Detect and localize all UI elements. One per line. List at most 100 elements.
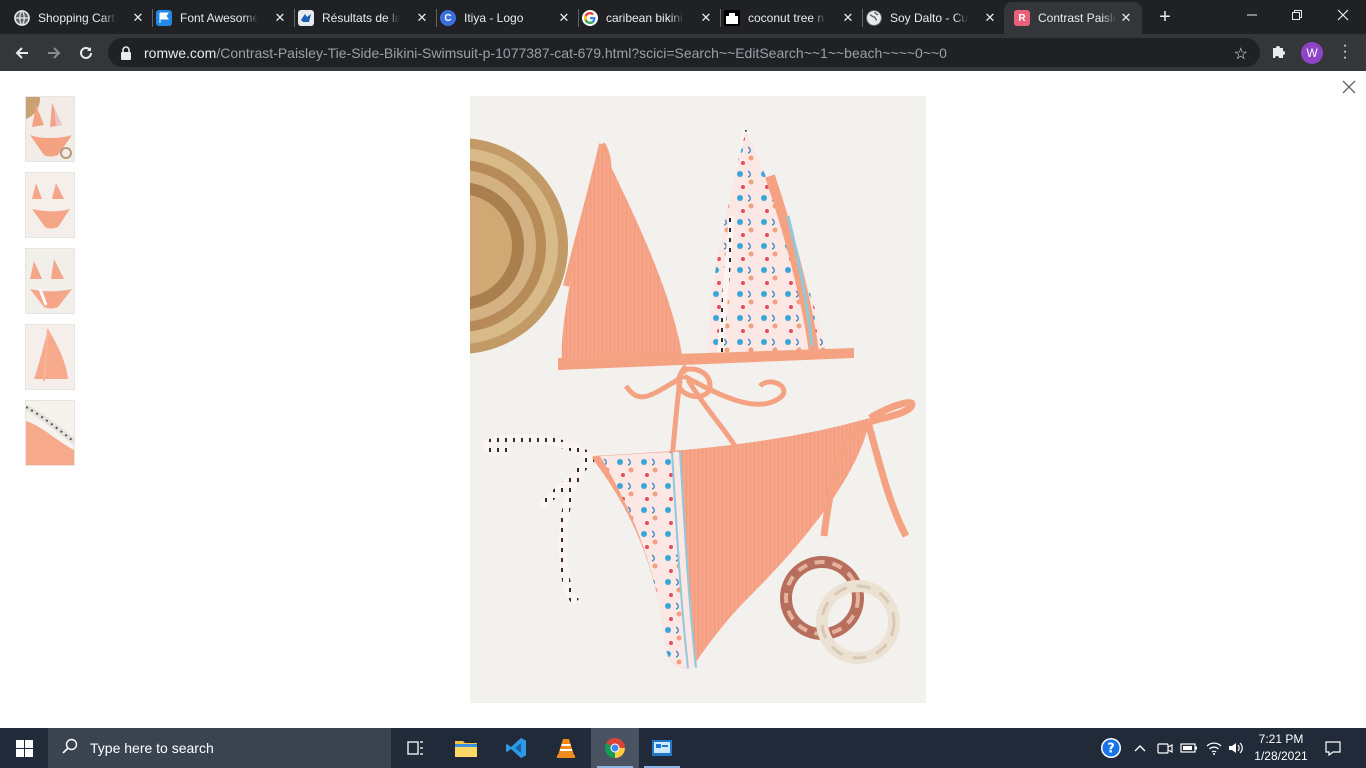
tab-divider [578, 9, 579, 27]
vlc-cone-icon [557, 739, 575, 758]
windows-taskbar: Type here to search ? 7:21 PM 1/28/2021 [0, 728, 1366, 768]
close-viewer-button[interactable] [1342, 80, 1358, 96]
control-panel-icon [652, 740, 672, 756]
tab-caribean-bikini[interactable]: caribean bikini ✕ [582, 2, 722, 34]
close-window-button[interactable] [1320, 0, 1366, 30]
thumbnail-3[interactable] [25, 248, 75, 314]
close-icon [1342, 80, 1356, 94]
close-tab-icon[interactable]: ✕ [840, 10, 856, 26]
thumbnail-1[interactable] [25, 96, 75, 162]
arrow-left-icon [15, 47, 28, 59]
close-tab-icon[interactable]: ✕ [698, 10, 714, 26]
image-viewer [0, 71, 1366, 728]
globe-icon [866, 10, 882, 26]
tab-itiya-logo[interactable]: C Itiya - Logo ✕ [440, 2, 580, 34]
tab-resultats[interactable]: Résultats de la ✕ [298, 2, 438, 34]
lock-icon [120, 45, 134, 60]
folder-icon [455, 741, 477, 757]
thumbnail-2[interactable] [25, 172, 75, 238]
taskbar-chrome[interactable] [591, 728, 639, 768]
browser-menu-icon[interactable]: · · · [1340, 38, 1350, 66]
tab-divider [436, 9, 437, 27]
show-hidden-icons-chevron-up-icon[interactable] [1130, 728, 1150, 768]
restore-icon [1292, 10, 1302, 20]
flag-icon [156, 10, 172, 26]
tab-title: caribean bikini [606, 11, 684, 25]
browser-toolbar: romwe.com/Contrast-Paisley-Tie-Side-Biki… [0, 34, 1366, 71]
search-icon [62, 738, 78, 759]
task-view-button[interactable] [392, 728, 440, 768]
tab-title: Résultats de la [322, 11, 400, 25]
tab-title: Itiya - Logo [464, 11, 542, 25]
browser-tab-strip: Shopping Cart ✕ Font Awesome ✕ Résultats… [0, 0, 1366, 34]
meet-now-camera-icon[interactable] [1155, 728, 1175, 768]
svg-text:?: ? [1107, 742, 1115, 757]
minimize-icon [1247, 14, 1257, 16]
restore-window-button[interactable] [1274, 0, 1320, 30]
url-host: romwe.com [144, 44, 217, 61]
forward-button[interactable] [40, 39, 68, 67]
taskbar-search-box[interactable]: Type here to search [48, 728, 391, 768]
clock-time: 7:21 PM [1258, 732, 1304, 746]
url-path: /Contrast-Paisley-Tie-Side-Bikini-Swimsu… [216, 44, 947, 61]
windows-logo-icon [15, 739, 33, 757]
taskbar-clock[interactable]: 7:21 PM 1/28/2021 [1248, 731, 1314, 765]
wifi-icon[interactable] [1204, 728, 1224, 768]
profile-avatar[interactable]: W [1301, 42, 1323, 64]
vscode-icon [506, 738, 526, 758]
close-icon [1337, 9, 1349, 21]
extensions-puzzle-icon[interactable] [1270, 44, 1286, 65]
close-tab-icon[interactable]: ✕ [982, 10, 998, 26]
tab-font-awesome[interactable]: Font Awesome ✕ [156, 2, 296, 34]
new-tab-button[interactable]: + [1155, 7, 1175, 27]
notifications-icon[interactable] [1318, 728, 1348, 768]
tab-title: Contrast Paisle [1038, 11, 1116, 25]
search-placeholder: Type here to search [90, 740, 214, 756]
bird-icon [298, 10, 314, 26]
back-button[interactable] [8, 39, 36, 67]
tab-title: Soy Dalto - Cu [890, 11, 968, 25]
start-button[interactable] [0, 728, 48, 768]
close-tab-icon[interactable]: ✕ [272, 10, 288, 26]
minimize-window-button[interactable] [1229, 0, 1275, 30]
bookmark-star-icon[interactable]: ☆ [1234, 44, 1248, 64]
close-tab-icon[interactable]: ✕ [556, 10, 572, 26]
tab-divider [862, 9, 863, 27]
c-logo-icon: C [440, 10, 456, 26]
tab-soy-dalto[interactable]: Soy Dalto - Cu ✕ [866, 2, 1006, 34]
main-product-image [470, 96, 926, 703]
taskbar-file-explorer[interactable] [442, 728, 490, 768]
thumbnail-5[interactable] [25, 400, 75, 466]
tab-title: Font Awesome [180, 11, 258, 25]
volume-icon[interactable] [1226, 728, 1246, 768]
thumbnail-4[interactable] [25, 324, 75, 390]
chrome-icon [604, 738, 625, 759]
thumbnail-list [25, 96, 75, 476]
romwe-icon: R [1014, 10, 1030, 26]
address-bar[interactable]: romwe.com/Contrast-Paisley-Tie-Side-Biki… [108, 38, 1260, 67]
globe-icon [14, 10, 30, 26]
arrow-right-icon [48, 47, 61, 59]
taskbar-vscode[interactable] [492, 728, 540, 768]
taskbar-vlc[interactable] [542, 728, 590, 768]
close-tab-icon[interactable]: ✕ [1118, 10, 1134, 26]
reload-icon [80, 46, 92, 59]
tab-title: coconut tree n [748, 11, 826, 25]
close-tab-icon[interactable]: ✕ [414, 10, 430, 26]
battery-icon[interactable] [1178, 728, 1200, 768]
reload-button[interactable] [72, 39, 100, 67]
task-view-icon [407, 741, 423, 755]
help-tray-icon[interactable]: ? [1098, 728, 1124, 768]
tab-shopping-cart[interactable]: Shopping Cart ✕ [14, 2, 154, 34]
taskbar-control-panel[interactable] [638, 728, 686, 768]
tab-coconut-tree[interactable]: coconut tree n ✕ [724, 2, 864, 34]
tab-divider [152, 9, 153, 27]
google-icon [582, 10, 598, 26]
tab-title: Shopping Cart [38, 11, 116, 25]
tab-divider [294, 9, 295, 27]
tab-contrast-paisley[interactable]: R Contrast Paisle ✕ [1004, 2, 1142, 34]
url-text: romwe.com/Contrast-Paisley-Tie-Side-Biki… [144, 45, 947, 61]
clock-date: 1/28/2021 [1254, 749, 1308, 763]
tab-divider [720, 9, 721, 27]
close-tab-icon[interactable]: ✕ [130, 10, 146, 26]
